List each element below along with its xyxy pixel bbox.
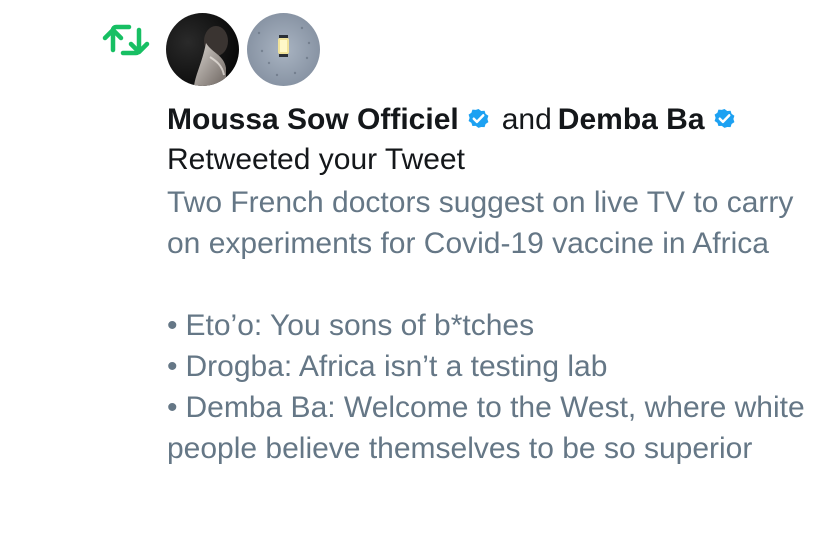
bullet-glyph: • [167,350,178,383]
user-name-demba-ba[interactable]: Demba Ba [558,103,705,136]
conjunction-text: and [501,103,552,136]
retweet-icon [100,20,152,60]
tweet-intro: Two French doctors suggest on live TV to… [167,186,794,260]
user-avatar-moussa-sow[interactable] [166,13,239,86]
tweet-bullet-text: Demba Ba: Welcome to the West, where whi… [167,391,805,465]
verified-badge-icon [465,103,492,130]
retweeters-line: Moussa Sow Officiel and Demba Ba [167,100,807,140]
bullet-glyph: • [167,309,178,342]
verified-badge-icon [711,103,738,130]
action-text: Retweeted your Tweet [167,143,465,176]
tweet-bullet: • Drogba: Africa isn’t a testing lab [167,346,807,387]
tweet-bullet: • Eto’o: You sons of b*tches [167,305,807,346]
notification-content: Moussa Sow Officiel and Demba Ba Retweeted… [167,100,807,469]
tweet-text[interactable]: Two French doctors suggest on live TV to… [167,182,807,469]
user-name-moussa-sow[interactable]: Moussa Sow Officiel [167,103,459,136]
user-avatar-demba-ba[interactable] [247,13,320,86]
tweet-bullet-text: Drogba: Africa isn’t a testing lab [185,350,608,383]
bullet-glyph: • [167,391,178,424]
tweet-bullet: • Demba Ba: Welcome to the West, where wh… [167,387,807,469]
tweet-bullet-text: Eto’o: You sons of b*tches [185,309,535,342]
